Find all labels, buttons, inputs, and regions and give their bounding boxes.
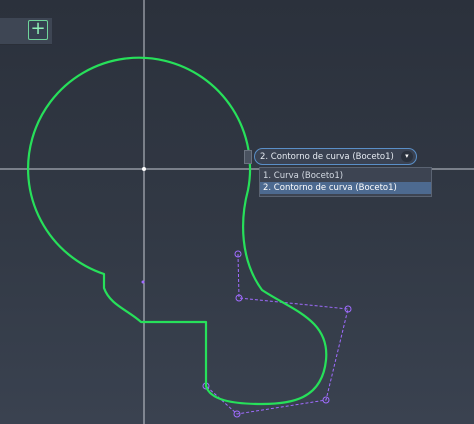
sketch-canvas[interactable]: [0, 0, 474, 424]
selection-label: 2. Contorno de curva (Boceto1): [260, 152, 394, 162]
list-item[interactable]: 1. Curva (Boceto1): [260, 170, 431, 182]
list-item[interactable]: 2. Contorno de curva (Boceto1): [260, 182, 431, 194]
center-point[interactable]: [141, 280, 145, 284]
origin-point[interactable]: [142, 167, 146, 171]
control-polygon: [205, 253, 349, 415]
plus-icon[interactable]: +: [28, 20, 48, 40]
curve-contour[interactable]: [26, 56, 328, 406]
chevron-down-icon[interactable]: ▾: [400, 151, 413, 162]
drag-handle-icon[interactable]: [244, 150, 252, 164]
selection-dropdown[interactable]: 2. Contorno de curva (Boceto1) ▾: [254, 148, 417, 165]
control-points[interactable]: [202, 250, 352, 418]
selection-list: 1. Curva (Boceto1) 2. Contorno de curva …: [259, 167, 432, 197]
